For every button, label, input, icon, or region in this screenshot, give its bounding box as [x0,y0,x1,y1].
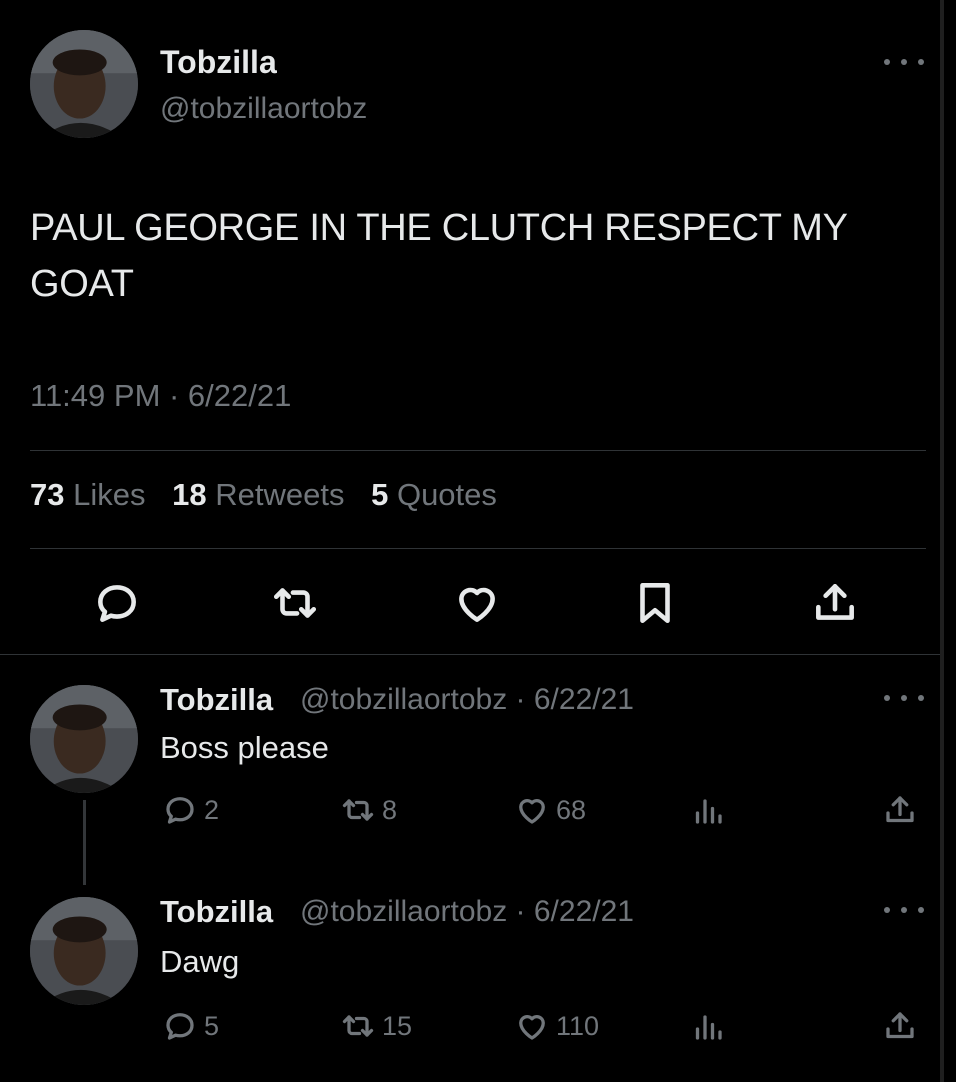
avatar[interactable] [30,30,138,138]
bookmark-icon[interactable] [630,578,680,628]
thread-connector-line [83,800,86,885]
likes-label[interactable]: Likes [73,477,145,512]
share-button[interactable] [882,792,918,828]
retweet-icon [342,1015,374,1037]
reply-author-name[interactable]: Tobzilla [160,682,273,718]
divider [30,450,926,451]
reply-count: 5 [204,1010,220,1041]
reply-text: Dawg [160,944,240,979]
analytics-button[interactable] [690,1008,726,1044]
reply-author-name[interactable]: Tobzilla [160,894,273,930]
reply-button[interactable]: 2 [162,792,219,828]
like-count: 110 [556,1010,600,1041]
avatar-image [30,685,138,793]
tweet-text: PAUL GEORGE IN THE CLUTCH RESPECT MY GOA… [30,207,847,305]
reply-icon[interactable] [92,578,142,628]
more-options-icon[interactable] [884,900,924,920]
likes-count[interactable]: 73 [30,477,64,512]
more-options-icon[interactable] [884,688,924,708]
avatar-image [30,30,138,138]
retweet-button[interactable]: 15 [340,1008,412,1044]
reply-handle-date[interactable]: @tobzillaortobz · 6/22/21 [300,683,634,717]
author-handle[interactable]: @tobzillaortobz [160,92,367,126]
like-icon [519,799,545,824]
engagement-stats: 73 Likes 18 Retweets 5 Quotes [30,477,497,513]
like-button[interactable]: 68 [514,792,586,828]
more-options-icon[interactable] [884,52,924,72]
like-icon[interactable] [452,578,502,628]
quotes-label[interactable]: Quotes [397,477,497,512]
main-tweet: Tobzilla @tobzillaortobz PAUL GEORGE IN … [0,0,940,655]
like-button[interactable]: 110 [514,1008,599,1044]
analytics-button[interactable] [690,792,726,828]
analytics-icon [695,799,722,824]
scrollbar[interactable] [940,0,944,1082]
like-count: 68 [556,794,587,825]
retweet-button[interactable]: 8 [340,792,397,828]
share-icon [886,1012,914,1039]
retweet-count: 15 [382,1010,413,1041]
like-icon [519,1015,545,1040]
retweets-label[interactable]: Retweets [215,477,344,512]
share-icon [886,796,914,823]
share-button[interactable] [882,1008,918,1044]
retweet-icon [342,799,374,821]
analytics-icon [695,1015,722,1040]
avatar-image [30,897,138,1005]
retweets-count[interactable]: 18 [172,477,206,512]
retweet-count: 8 [382,794,398,825]
quotes-count[interactable]: 5 [371,477,388,512]
avatar[interactable] [30,897,138,1005]
author-name[interactable]: Tobzilla [160,44,277,81]
reply-icon [166,797,194,824]
avatar[interactable] [30,685,138,793]
reply-text: Boss please [160,730,329,765]
reply-icon [166,1013,194,1040]
reply-handle-date[interactable]: @tobzillaortobz · 6/22/21 [300,895,634,929]
retweet-icon[interactable] [270,578,320,628]
divider [30,548,926,549]
reply-button[interactable]: 5 [162,1008,219,1044]
reply-count: 2 [204,794,220,825]
tweet-timestamp[interactable]: 11:49 PM · 6/22/21 [30,378,291,414]
share-icon[interactable] [810,578,860,628]
